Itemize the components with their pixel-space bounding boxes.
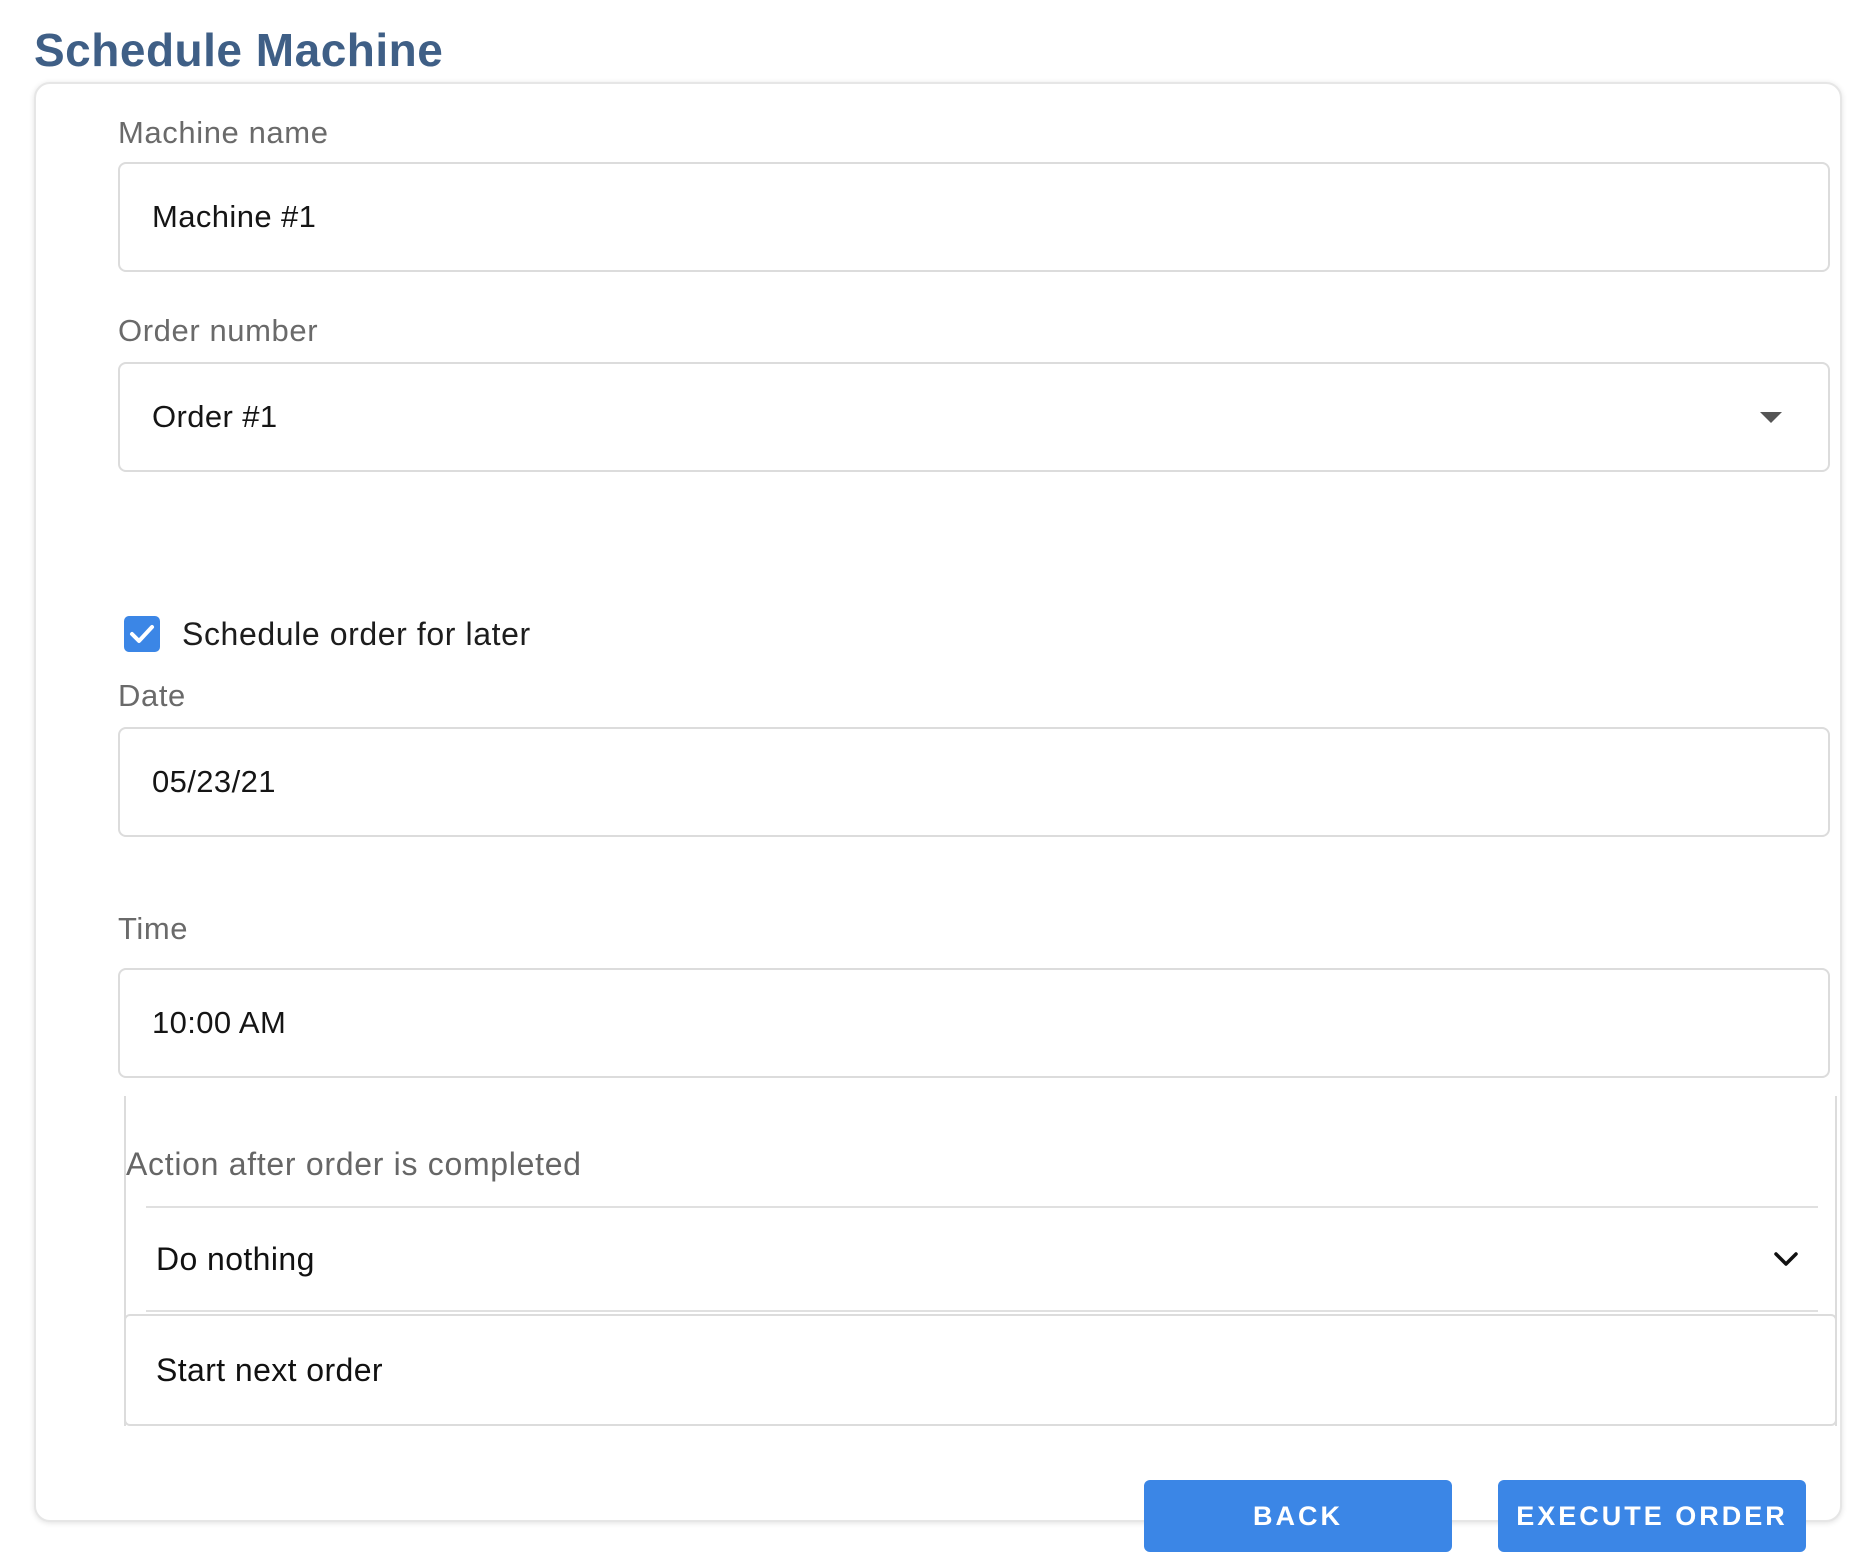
action-after-label: Action after order is completed (126, 1146, 582, 1182)
action-after-panel: Action after order is completed Do nothi… (124, 1096, 1837, 1426)
schedule-later-checkbox[interactable] (124, 616, 160, 652)
back-button[interactable]: BACK (1144, 1480, 1452, 1552)
page-title: Schedule Machine (34, 24, 444, 76)
action-option-start-next-order[interactable]: Start next order (124, 1314, 1837, 1426)
order-number-value: Order #1 (152, 399, 278, 434)
schedule-later-label[interactable]: Schedule order for later (182, 614, 531, 654)
checkmark-icon (130, 625, 154, 643)
machine-name-label: Machine name (118, 115, 329, 150)
execute-order-button[interactable]: EXECUTE ORDER (1498, 1480, 1806, 1552)
order-number-select[interactable]: Order #1 (118, 362, 1830, 472)
machine-name-value: Machine #1 (152, 199, 317, 234)
order-number-label: Order number (118, 313, 319, 348)
time-label: Time (118, 911, 189, 946)
schedule-machine-card: Machine name Machine #1 Order number Ord… (34, 82, 1842, 1552)
date-field[interactable]: 05/23/21 (118, 727, 1830, 837)
date-label: Date (118, 678, 186, 713)
caret-down-icon (1760, 411, 1782, 423)
action-after-select[interactable]: Do nothing (146, 1206, 1818, 1312)
action-after-selected-value: Do nothing (156, 1240, 315, 1277)
time-field[interactable]: 10:00 AM (118, 968, 1830, 1078)
time-value: 10:00 AM (152, 1005, 287, 1040)
machine-name-field[interactable]: Machine #1 (118, 162, 1830, 272)
date-value: 05/23/21 (152, 764, 276, 799)
chevron-down-icon (1766, 1239, 1806, 1279)
